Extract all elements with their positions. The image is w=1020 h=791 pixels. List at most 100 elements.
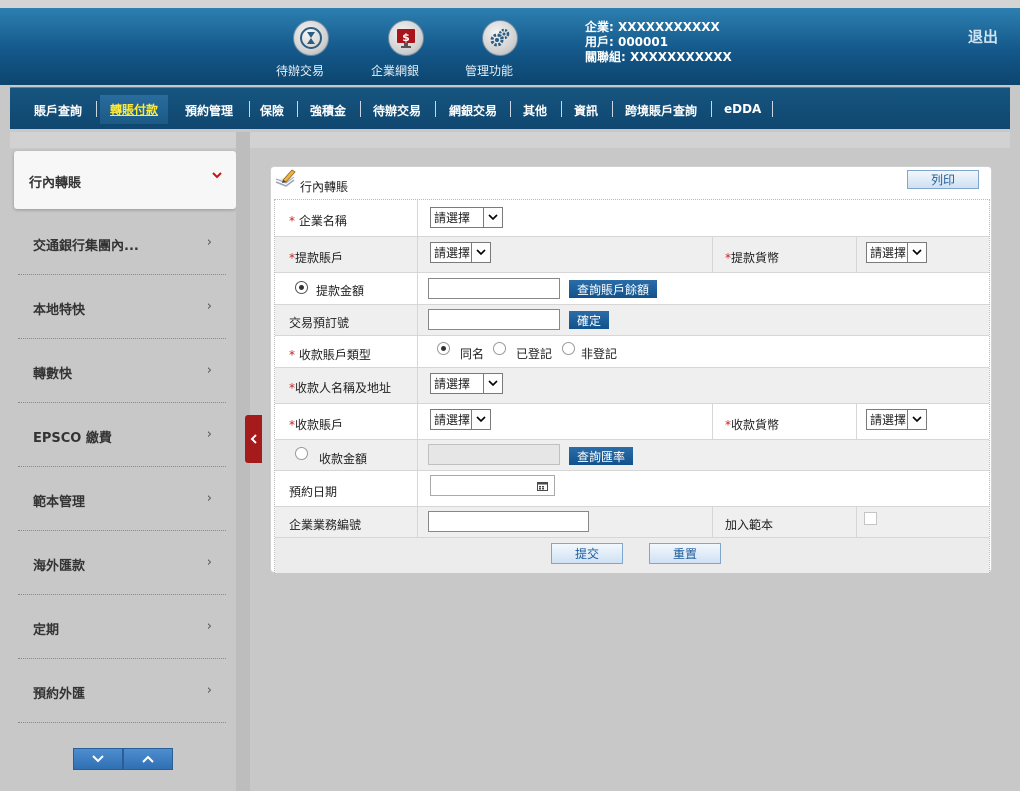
nav-separator — [96, 101, 97, 117]
row-business-ref: 企業業務編號 加入範本 — [275, 507, 989, 538]
nav-edda[interactable]: eDDA — [724, 102, 761, 116]
scheduled-date-input[interactable] — [430, 475, 555, 496]
check-balance-button[interactable]: 查詢賬戶餘額 — [569, 280, 658, 298]
label-text: 收款人名稱及地址 — [295, 381, 392, 395]
chevron-right-icon: › — [206, 555, 212, 570]
select-value: 請選擇 — [434, 211, 471, 225]
add-template-checkbox[interactable] — [864, 512, 877, 525]
chevron-down-icon — [483, 208, 502, 227]
sidebar-item-internal-transfer[interactable]: 行內轉賬 — [14, 151, 236, 209]
column-divider — [856, 404, 857, 439]
nav-insurance[interactable]: 保險 — [260, 102, 284, 119]
nav-online-transactions[interactable]: 網銀交易 — [449, 102, 497, 119]
nav-separator — [772, 101, 773, 117]
user-info: 企業: XXXXXXXXXXX 用戶: 000001 關聯組: XXXXXXXX… — [585, 20, 732, 65]
nav-transfer-payment[interactable]: 轉賬付款 — [100, 95, 169, 124]
nav-account-enquiry[interactable]: 賬戶查詢 — [34, 102, 82, 119]
payee-type-unregistered-radio[interactable] — [562, 342, 575, 355]
shortcut-label: 企業網銀 — [371, 64, 420, 78]
column-divider — [712, 404, 713, 439]
reset-button[interactable]: 重置 — [649, 543, 721, 564]
submit-button[interactable]: 提交 — [551, 543, 623, 564]
column-divider — [417, 273, 418, 304]
chevron-down-icon — [483, 374, 502, 393]
business-ref-label: 企業業務編號 — [289, 518, 362, 532]
nav-others[interactable]: 其他 — [523, 102, 547, 119]
debit-currency-select[interactable]: 請選擇 — [866, 242, 927, 263]
credit-amount-input[interactable] — [428, 444, 560, 465]
column-divider — [417, 368, 418, 403]
management-shortcut[interactable]: 管理功能 — [465, 20, 535, 78]
label-text: 提款賬戶 — [295, 251, 344, 265]
chevron-down-icon — [471, 243, 490, 262]
transaction-ref-input[interactable] — [428, 309, 560, 330]
sidebar-item-label: EPSCO 繳費 — [33, 431, 112, 446]
nav-cross-border-account[interactable]: 跨境賬戶查詢 — [625, 102, 697, 119]
transfer-form: * 企業名稱 請選擇 *提款賬戶 請選擇 *提款貨幣 請選擇 提款金額 查詢賬戶… — [274, 199, 990, 573]
check-exchange-rate-button[interactable]: 查詢匯率 — [569, 447, 634, 465]
sidebar: 行內轉賬 交通銀行集團內... › 本地特快 › 轉數快 › EPSCO 繳費 … — [10, 132, 236, 791]
sidebar-item-time-deposit[interactable]: 定期 › — [18, 595, 226, 659]
chevron-right-icon: › — [206, 235, 212, 250]
nav-separator — [297, 101, 298, 117]
calendar-icon[interactable] — [537, 480, 548, 494]
scroll-up-button[interactable] — [123, 748, 173, 770]
top-strip — [0, 0, 1020, 8]
nav-separator — [561, 101, 562, 117]
column-divider — [417, 440, 418, 470]
sidebar-item-template-management[interactable]: 範本管理 › — [18, 467, 226, 531]
scroll-down-button[interactable] — [73, 748, 123, 770]
credit-currency-select[interactable]: 請選擇 — [866, 409, 927, 430]
sidebar-item-fps[interactable]: 轉數快 › — [18, 339, 226, 403]
label-text: 收款賬戶 — [295, 418, 344, 432]
hourglass-cycle-icon — [293, 20, 329, 56]
payee-type-registered-radio[interactable] — [493, 342, 506, 355]
logout-link[interactable]: 退出 — [968, 26, 998, 47]
print-button[interactable]: 列印 — [907, 170, 979, 189]
debit-amount-input[interactable] — [428, 278, 560, 299]
debit-amount-radio[interactable] — [295, 281, 308, 294]
credit-account-select[interactable]: 請選擇 — [430, 409, 491, 430]
row-payee-account-type: * 收款賬戶類型 同名 已登記 非登記 — [275, 336, 989, 368]
collapse-sidebar-button[interactable] — [245, 415, 262, 463]
nav-information[interactable]: 資訊 — [574, 102, 598, 119]
sidebar-item-chats[interactable]: 本地特快 › — [18, 275, 226, 339]
payee-name-address-select[interactable]: 請選擇 — [430, 373, 503, 394]
confirm-button[interactable]: 確定 — [569, 311, 610, 329]
company-name-select[interactable]: 請選擇 — [430, 207, 503, 228]
sidebar-item-label: 定期 — [33, 623, 60, 638]
nav-pending-transactions[interactable]: 待辦交易 — [373, 102, 421, 119]
sidebar-item-label: 轉數快 — [33, 367, 73, 382]
chevron-right-icon: › — [206, 363, 212, 378]
panel-title: 行內轉賬 — [300, 180, 349, 194]
nav-separator — [612, 101, 613, 117]
header: 待辦交易 $ 企業網銀 管理功能 企業: XXXXXXXXXXX 用戶: 000… — [0, 8, 1020, 85]
payee-type-same-name-radio[interactable] — [437, 342, 450, 355]
gears-icon — [482, 20, 518, 56]
select-value: 請選擇 — [434, 377, 471, 391]
panel-header: 行內轉賬 列印 — [271, 167, 991, 197]
dollar-monitor-icon: $ — [388, 20, 424, 56]
sidebar-item-scheduled-fx[interactable]: 預約外匯 › — [18, 659, 226, 723]
nav-separator — [711, 101, 712, 117]
corporate-banking-shortcut[interactable]: $ 企業網銀 — [371, 20, 441, 78]
debit-account-select[interactable]: 請選擇 — [430, 242, 491, 263]
column-divider — [417, 237, 418, 272]
pencil-note-icon — [274, 168, 298, 193]
nav-scheduled-management[interactable]: 預約管理 — [185, 102, 233, 119]
credit-amount-radio[interactable] — [295, 447, 308, 460]
transfer-panel: 行內轉賬 列印 * 企業名稱 請選擇 *提款賬戶 請選擇 *提款貨幣 請選擇 提… — [270, 166, 992, 573]
nav-separator — [360, 101, 361, 117]
sidebar-item-overseas-remittance[interactable]: 海外匯款 › — [18, 531, 226, 595]
label-text: 收款貨幣 — [731, 418, 780, 432]
chevron-down-icon — [471, 410, 490, 429]
nav-separator — [249, 101, 250, 117]
nav-mpf[interactable]: 強積金 — [310, 102, 346, 119]
sidebar-item-bocom-group-transfer[interactable]: 交通銀行集團內... › — [18, 211, 226, 275]
chevron-left-icon — [250, 434, 257, 444]
business-ref-input[interactable] — [428, 511, 589, 532]
column-divider — [417, 471, 418, 506]
pending-transactions-shortcut[interactable]: 待辦交易 — [276, 20, 346, 78]
sidebar-item-epsco[interactable]: EPSCO 繳費 › — [18, 403, 226, 467]
column-divider — [417, 507, 418, 537]
